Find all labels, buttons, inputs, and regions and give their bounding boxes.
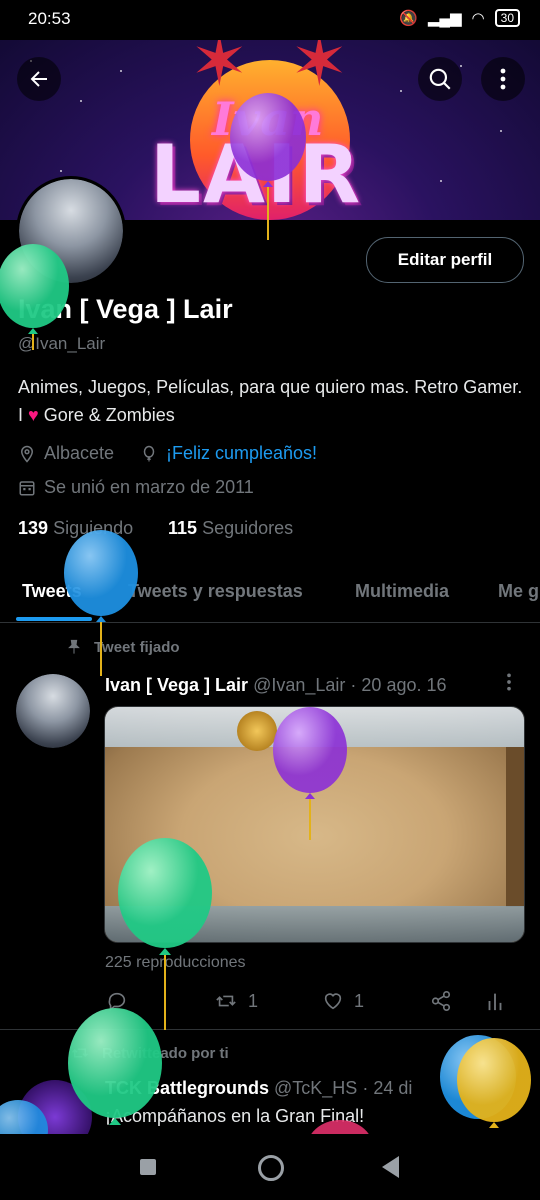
- status-time: 20:53: [28, 9, 71, 28]
- calendar-icon: [19, 480, 35, 495]
- balloon-icon: [143, 445, 155, 461]
- system-back-button[interactable]: [382, 1156, 399, 1178]
- profile-tabs: Tweets Tweets y respuestas Multimedia Me…: [0, 566, 540, 623]
- tweet-video[interactable]: [104, 706, 525, 943]
- pinned-label: Tweet fijado: [66, 638, 180, 656]
- following-label: Siguiendo: [53, 518, 134, 538]
- status-icons: 🔕 ▂▄▆ ◠ 30: [399, 9, 520, 27]
- balloon-icon: [440, 1035, 531, 1128]
- edit-profile-button[interactable]: Editar perfil: [366, 237, 524, 283]
- tab-likes[interactable]: Me gusta: [498, 581, 540, 602]
- retweet-button[interactable]: 1: [214, 990, 258, 1012]
- more-vertical-icon: [500, 68, 506, 90]
- status-bar: 20:53 🔕 ▂▄▆ ◠ 30: [0, 0, 540, 40]
- heart-icon: [324, 993, 342, 1010]
- heart-icon: ♥: [28, 405, 39, 425]
- followers-count: 115: [168, 518, 198, 538]
- retweet-icon: [216, 995, 236, 1007]
- hearthstone-emblem-icon: [237, 711, 277, 751]
- tweet-author[interactable]: Ivan [ Vega ] Lair: [105, 675, 248, 695]
- tweet2-author[interactable]: TCK Battlegrounds: [105, 1078, 269, 1098]
- tweet-date[interactable]: · 20 ago. 16: [350, 675, 446, 695]
- search-button[interactable]: [418, 57, 462, 101]
- more-vertical-icon: [507, 673, 511, 691]
- tab-tweets-replies[interactable]: Tweets y respuestas: [128, 581, 303, 602]
- wifi-icon: ◠: [471, 10, 485, 27]
- tweet-header: Ivan [ Vega ] Lair @Ivan_Lair · 20 ago. …: [105, 675, 447, 696]
- pinned-text: Tweet fijado: [94, 638, 180, 656]
- profile-location: Albacete: [18, 443, 114, 464]
- joined-text: Se unió en marzo de 2011: [44, 477, 254, 497]
- like-button[interactable]: 1: [322, 990, 364, 1012]
- retweeted-label: Retwitteado por ti: [70, 1044, 229, 1062]
- more-button[interactable]: [481, 57, 525, 101]
- followers-link[interactable]: 115 Seguidores: [168, 518, 293, 539]
- tweet2-header: TCK Battlegrounds @TcK_HS · 24 di: [105, 1078, 412, 1099]
- tweet2-handle: @TcK_HS: [274, 1078, 358, 1098]
- profile-handle: @Ivan_Lair: [18, 334, 106, 353]
- tweet-handle: @Ivan_Lair: [253, 675, 346, 695]
- tweet2-text: ¡Acompáñanos en la Gran Final!: [105, 1106, 365, 1126]
- tweet-more-button[interactable]: [506, 672, 512, 698]
- retweet-count: 1: [248, 990, 259, 1011]
- location-pin-icon: [20, 445, 34, 463]
- following-count: 139: [18, 518, 49, 538]
- back-button[interactable]: [17, 57, 61, 101]
- profile-name: Ivan [ Vega ] Lair: [18, 294, 233, 324]
- mute-icon: 🔕: [399, 10, 418, 27]
- battery-icon: 30: [494, 9, 520, 27]
- recent-apps-button[interactable]: [140, 1159, 156, 1175]
- tweet-avatar[interactable]: [16, 674, 90, 748]
- home-button[interactable]: [258, 1155, 284, 1181]
- retweet-icon: [71, 1048, 89, 1058]
- tweet2-date[interactable]: · 24 di: [362, 1078, 412, 1098]
- tweet-views: 225 reproducciones: [105, 954, 246, 971]
- profile-bio: Animes, Juegos, Películas, para que quie…: [18, 373, 523, 429]
- arrow-left-icon: [30, 71, 47, 87]
- search-icon: [429, 68, 451, 90]
- bio-text: Gore & Zombies: [38, 405, 175, 425]
- reply-button[interactable]: [106, 990, 128, 1012]
- share-icon: [431, 991, 451, 1011]
- active-tab-indicator: [16, 617, 92, 621]
- followers-label: Seguidores: [202, 518, 294, 538]
- tweet-divider: [0, 1029, 540, 1030]
- signal-icon: ▂▄▆: [427, 10, 462, 27]
- share-button[interactable]: [430, 990, 452, 1012]
- location-text: Albacete: [44, 443, 115, 463]
- banner-script: Ivan: [212, 92, 324, 146]
- tab-tweets[interactable]: Tweets: [22, 581, 82, 602]
- like-count: 1: [354, 990, 365, 1011]
- profile-birthday: ¡Feliz cumpleaños!: [140, 443, 317, 464]
- analytics-icon: [488, 993, 502, 1011]
- birthday-link[interactable]: ¡Feliz cumpleaños!: [166, 443, 317, 464]
- reply-icon: [108, 992, 126, 1011]
- retweeted-text: Retwitteado por ti: [102, 1044, 229, 1062]
- tab-media[interactable]: Multimedia: [355, 581, 449, 602]
- profile-joined: Se unió en marzo de 2011: [18, 477, 254, 498]
- profile-avatar[interactable]: [16, 176, 126, 286]
- following-link[interactable]: 139 Siguiendo: [18, 518, 133, 539]
- pin-icon: [68, 639, 80, 654]
- analytics-button[interactable]: [486, 990, 504, 1012]
